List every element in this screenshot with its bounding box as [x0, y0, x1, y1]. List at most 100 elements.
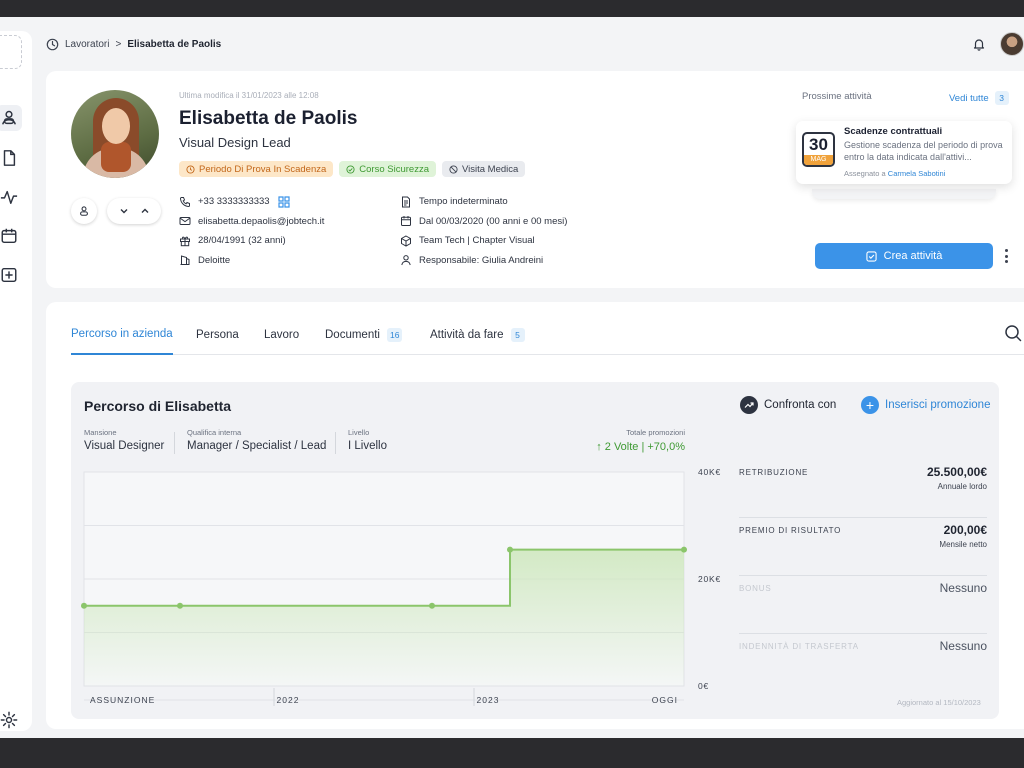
create-activity-button[interactable]: Crea attività [815, 243, 993, 269]
people-icon [2, 110, 16, 125]
job-info: Tempo indeterminato Dal 00/03/2020 (00 a… [400, 195, 567, 267]
sidebar-item-add[interactable] [0, 262, 22, 288]
tab-label: Persona [196, 328, 239, 341]
calendar-date-icon: 30 MAG [802, 132, 835, 167]
chevron-up-icon[interactable] [139, 205, 151, 217]
app-window: Lavoratori > Elisabetta de Paolis Ultima… [0, 17, 1024, 738]
activity-month: MAG [804, 155, 833, 165]
tab-percorso[interactable]: Percorso in azienda [71, 314, 173, 355]
status-badges: Periodo Di Prova In Scadenza Corso Sicur… [179, 161, 526, 177]
compensation-note: Annuale lordo [937, 482, 987, 491]
sidebar-item-people[interactable] [0, 105, 22, 131]
data-point [429, 602, 435, 609]
phone-icon [179, 196, 190, 207]
x-tick-label: 2023 [477, 695, 500, 705]
status-badge[interactable]: Visita Medica [441, 161, 526, 177]
x-tick-label: 2022 [277, 695, 300, 705]
document-icon [3, 150, 16, 166]
tab-lavoro[interactable]: Lavoro [264, 314, 299, 355]
status-badge[interactable]: Corso Sicurezza [339, 161, 436, 177]
career-panel: Percorso di Elisabetta Confronta con + I… [71, 382, 999, 719]
window-top-bar [0, 0, 1024, 17]
tab-label: Attività da fare [430, 328, 504, 341]
compensation-value: Nessuno [939, 581, 987, 595]
status-badge[interactable]: Periodo Di Prova In Scadenza [179, 161, 334, 177]
email-value[interactable]: elisabetta.depaolis@jobtech.it [198, 216, 324, 227]
contract-row: Tempo indeterminato [400, 195, 567, 209]
see-all-label: Vedi tutte [949, 92, 989, 104]
email-row: elisabetta.depaolis@jobtech.it [179, 215, 324, 229]
tab-persona[interactable]: Persona [196, 314, 239, 355]
window-bottom-bar [0, 738, 1024, 768]
profile-action-button[interactable] [71, 198, 97, 224]
stacked-card-shadow [812, 189, 996, 199]
tab-documenti[interactable]: Documenti 16 [325, 314, 403, 355]
status-badge-label: Periodo Di Prova In Scadenza [199, 163, 327, 175]
checkbox-icon [866, 250, 877, 262]
updated-note: Aggiornato al 15/10/2023 [897, 698, 981, 707]
calendar-icon [401, 216, 411, 227]
create-activity-label: Crea attività [883, 250, 943, 262]
compensation-label: INDENNITÀ DI TRASFERTA [739, 642, 859, 651]
calendar-icon [1, 228, 17, 244]
more-options-icon[interactable] [1000, 248, 1012, 264]
bell-icon[interactable] [972, 37, 986, 51]
pulse-icon [0, 190, 18, 205]
data-point [507, 546, 513, 553]
birth-value: 28/04/1991 (32 anni) [198, 235, 286, 247]
data-point [177, 602, 183, 609]
contract-icon [402, 196, 410, 208]
since-value: Dal 00/03/2020 (00 anni e 00 mesi) [419, 215, 568, 227]
tab-attivita[interactable]: Attività da fare 5 [430, 314, 525, 355]
teams-link-icon[interactable] [277, 195, 291, 209]
compensation-label: PREMIO DI RISULTATO [739, 526, 842, 535]
compensation-value: 200,00€ [943, 523, 987, 537]
company-value: Deloitte [198, 254, 231, 266]
compensation-row: INDENNITÀ DI TRASFERTA Nessuno [739, 634, 987, 692]
cube-icon [401, 235, 411, 247]
sidebar [0, 31, 32, 731]
profile-card: Ultima modifica il 31/01/2023 alle 12:08… [46, 71, 1024, 288]
x-tick-label: ASSUNZIONE [90, 695, 155, 705]
activity-card[interactable]: 30 MAG Scadenze contrattuali Gestione sc… [796, 121, 1012, 184]
activity-description: Gestione scadenza del periodo di prova e… [844, 140, 1003, 162]
sidebar-item-settings[interactable] [0, 707, 22, 733]
team-value: Team Tech | Chapter Visual [419, 235, 535, 247]
sidebar-item-documents[interactable] [0, 145, 22, 171]
sidebar-item-activity[interactable] [0, 184, 22, 210]
breadcrumb-current: Elisabetta de Paolis [127, 39, 222, 50]
phone-value[interactable]: +33 3333333333 [198, 196, 270, 207]
activity-assignee: Assegnato a Carmela Sabotini [844, 169, 945, 178]
building-icon [180, 255, 190, 266]
status-badge-label: Visita Medica [461, 163, 519, 175]
assignee-prefix: Assegnato a [844, 169, 886, 178]
employee-role: Visual Design Lead [179, 135, 291, 150]
main-card: Percorso in azienda Persona Lavoro Docum… [46, 302, 1024, 729]
breadcrumb: Lavoratori > Elisabetta de Paolis [46, 38, 221, 51]
data-point [681, 546, 687, 553]
status-badge-label: Corso Sicurezza [359, 163, 429, 175]
last-modified: Ultima modifica il 31/01/2023 alle 12:08 [179, 91, 319, 100]
y-tick-label: 0€ [698, 681, 709, 691]
chevron-down-icon[interactable] [118, 205, 130, 217]
activity-title: Scadenze contrattuali [844, 126, 943, 137]
employee-name: Elisabetta de Paolis [179, 108, 358, 129]
logo-placeholder [0, 35, 22, 69]
compensation-note: Mensile netto [939, 540, 987, 549]
history-icon [46, 38, 59, 51]
activity-count-badge: 3 [994, 91, 1009, 105]
user-avatar[interactable] [1000, 32, 1024, 56]
since-row: Dal 00/03/2020 (00 anni e 00 mesi) [400, 215, 567, 229]
sidebar-item-calendar[interactable] [0, 223, 22, 249]
tab-label: Documenti [325, 328, 380, 341]
assignee-name[interactable]: Carmela Sabotini [888, 169, 946, 178]
breadcrumb-parent[interactable]: Lavoratori [65, 39, 109, 50]
compensation-label: BONUS [739, 584, 772, 593]
see-all-link[interactable]: Vedi tutte 3 [949, 91, 1009, 105]
search-icon[interactable] [1004, 324, 1022, 342]
tab-label: Percorso in azienda [71, 327, 173, 340]
y-tick-label: 40K€ [698, 467, 721, 477]
profile-photo [71, 90, 159, 178]
blocked-icon [449, 164, 458, 174]
breadcrumb-separator: > [115, 39, 122, 50]
